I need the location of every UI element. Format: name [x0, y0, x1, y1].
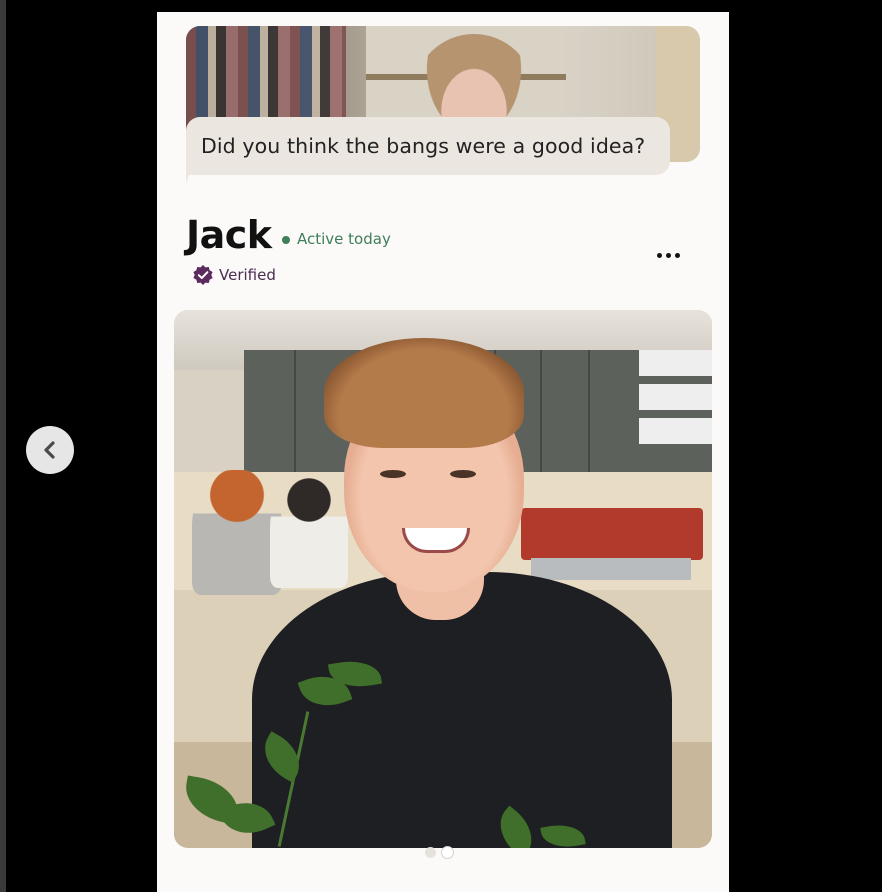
photo-menu-divider: [540, 350, 542, 472]
photo-menu-divider: [588, 350, 590, 472]
profile-screen[interactable]: Did you think the bangs were a good idea…: [157, 12, 729, 892]
active-status-dot: [282, 236, 290, 244]
more-horizontal-icon-dot: [666, 252, 671, 258]
page-dot[interactable]: [425, 847, 436, 858]
prompt-text: Did you think the bangs were a good idea…: [201, 134, 646, 158]
photo-eye: [380, 470, 406, 478]
verified-label: Verified: [219, 266, 276, 284]
bubble-tail: [186, 172, 190, 184]
chevron-left-icon: [44, 441, 55, 459]
photo-barista: [192, 470, 282, 595]
more-options-button[interactable]: [657, 248, 691, 262]
photo-espresso-machine: [521, 508, 703, 560]
photo-eye: [450, 470, 476, 478]
page-dot-active[interactable]: [442, 847, 453, 858]
prompt-bubble[interactable]: Did you think the bangs were a good idea…: [186, 117, 670, 175]
photo-espresso-base: [531, 558, 691, 580]
profile-name: Jack: [186, 213, 272, 257]
more-horizontal-icon: [657, 252, 662, 258]
verified-badge-icon: [193, 265, 213, 285]
more-horizontal-icon-dot: [675, 252, 680, 258]
photo-menu-divider: [294, 350, 296, 472]
photo-barista: [270, 478, 348, 588]
viewer-frame-edge: [0, 0, 6, 892]
previous-button[interactable]: [26, 426, 74, 474]
photo-cup-shelf: [639, 350, 712, 450]
photo-page-indicator[interactable]: [425, 847, 453, 858]
profile-photo[interactable]: [174, 310, 712, 848]
active-status: Active today: [297, 230, 391, 248]
photo-hair: [324, 338, 524, 448]
